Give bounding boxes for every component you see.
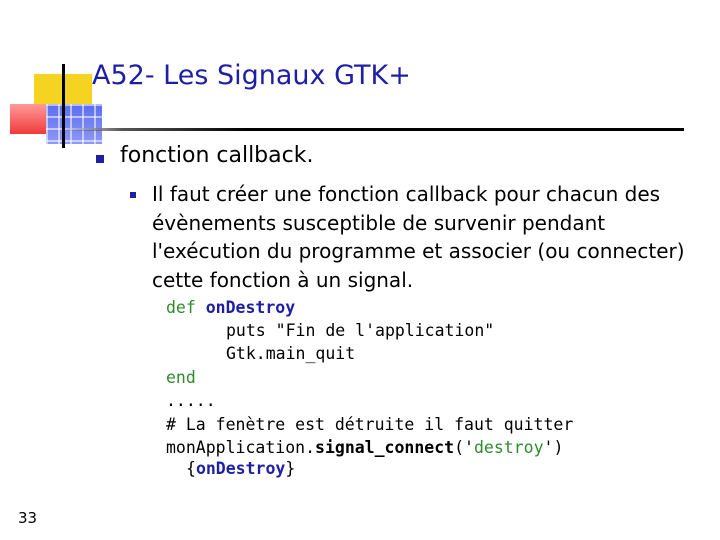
code-paren-close: ') [543,438,564,457]
code-method: signal_connect [315,438,455,457]
decor-vertical-line [62,64,65,148]
page-number: 33 [18,509,38,527]
bullet-level2-text: Il faut créer une fonction callback pour… [152,182,685,292]
code-signal-string: destroy [473,438,544,457]
code-brace-open: { [186,459,196,478]
code-brace-close: } [285,459,296,478]
title-underline [60,128,684,131]
code-line-ellipsis: ..... [166,391,216,410]
code-line-puts: puts "Fin de l'application" [226,321,495,340]
code-line-end: end [166,368,196,387]
decor-blue-grid-square [46,104,102,144]
code-paren-open: (' [454,438,474,457]
code-line-comment: # La fenètre est détruite il faut quitte… [166,415,574,434]
code-handler-name: onDestroy [195,459,286,478]
bullet-level1-text: fonction callback. [120,143,314,168]
code-line-quit: Gtk.main_quit [226,344,356,363]
code-object: monApplication. [166,438,316,457]
bullet-square-icon [130,192,136,198]
code-keyword: def [166,298,196,317]
code-function-name: onDestroy [205,298,296,317]
code-line-connect: monApplication.signal_connect('destroy') [166,436,563,459]
slide-title: A52- Les Signaux GTK+ [92,60,411,91]
code-line-def: def onDestroy [166,296,295,319]
code-line-block: {onDestroy} [186,457,295,480]
bullet-square-icon [96,155,104,163]
